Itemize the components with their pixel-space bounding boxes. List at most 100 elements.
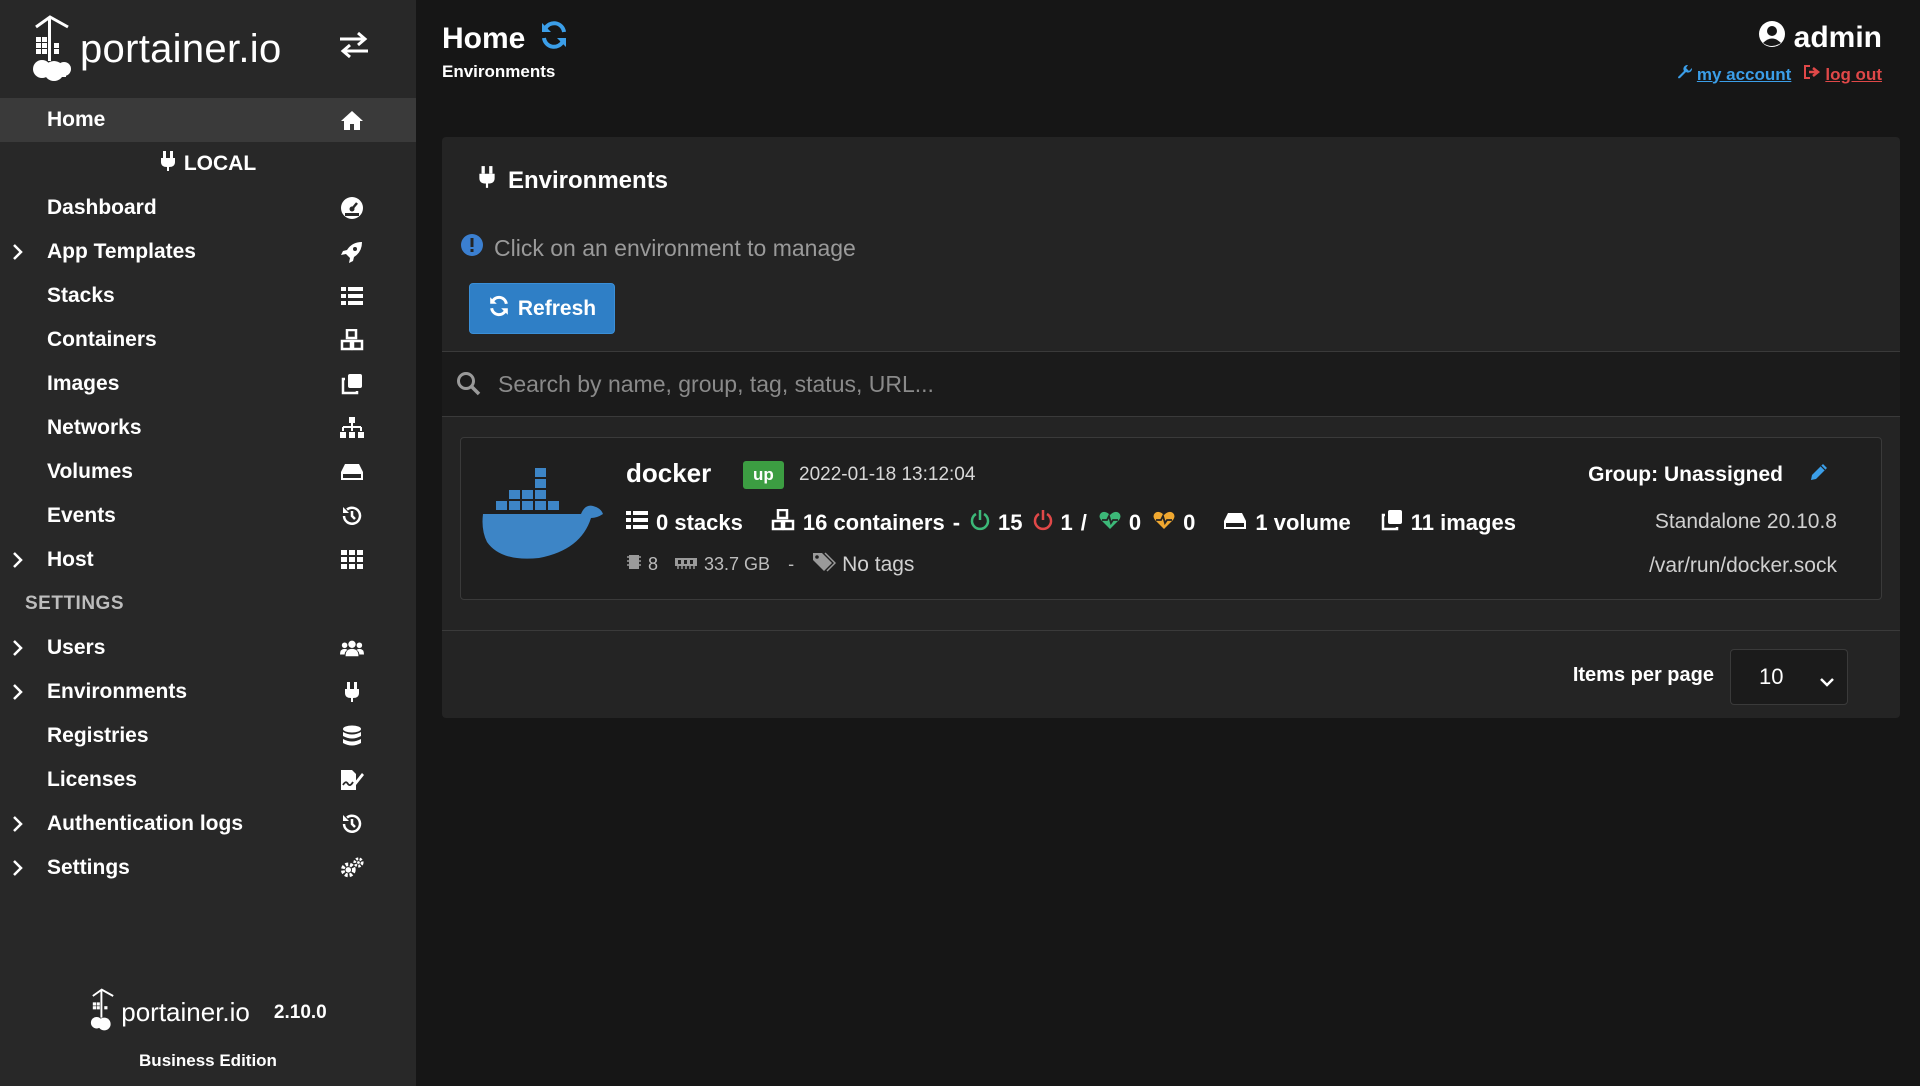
sidebar-item-label: Stacks <box>47 284 115 307</box>
user-links: my account log out <box>1677 64 1882 85</box>
chevron-right-icon <box>12 638 24 658</box>
sidebar-item-registries[interactable]: Registries <box>0 714 416 758</box>
sidebar-item-label: Home <box>47 108 106 131</box>
pagination-footer: Items per page 10 <box>442 630 1900 718</box>
stats-separator: - <box>952 510 961 535</box>
group-label: Group: Unassigned <box>1588 463 1783 486</box>
sidebar-item-settings[interactable]: Settings <box>0 846 416 890</box>
running-stat: 15 <box>970 509 1023 537</box>
chevron-right-icon <box>12 242 24 262</box>
docker-logo-icon <box>481 468 605 564</box>
sidebar-item-events[interactable]: Events <box>0 494 416 538</box>
volumes-count: 1 volume <box>1255 510 1351 535</box>
gauge-icon <box>340 196 364 220</box>
sidebar-toggle-icon[interactable] <box>338 30 370 60</box>
sidebar-item-stacks[interactable]: Stacks <box>0 274 416 318</box>
my-account-link[interactable]: my account <box>1677 64 1791 85</box>
list-icon <box>340 284 364 308</box>
portainer-logo-icon <box>30 13 74 85</box>
settings-heading: SETTINGS <box>25 593 125 614</box>
home-icon <box>340 108 364 132</box>
chevron-right-icon <box>12 550 24 570</box>
sidebar-item-label: Settings <box>47 856 130 879</box>
user-circle-icon <box>1758 20 1786 56</box>
items-per-page-label: Items per page <box>1572 664 1714 686</box>
heartbeat-warning-icon <box>1153 510 1175 536</box>
cpu-count: 8 <box>648 554 659 574</box>
cubes-icon <box>340 328 364 352</box>
sidebar-item-label: Volumes <box>47 460 133 483</box>
log-out-label: log out <box>1825 64 1882 84</box>
refresh-button[interactable]: Refresh <box>469 283 615 334</box>
sidebar-item-dashboard[interactable]: Dashboard <box>0 186 416 230</box>
user-block: admin my account log out <box>1677 20 1882 85</box>
info-circle-icon <box>460 233 484 263</box>
stacks-count: 0 stacks <box>656 510 743 535</box>
plug-icon <box>160 150 176 178</box>
log-out-link[interactable]: log out <box>1803 64 1882 85</box>
cubes-icon <box>771 508 795 537</box>
sidebar-item-licenses[interactable]: Licenses <box>0 758 416 802</box>
environment-group: Group: Unassigned <box>1588 462 1829 488</box>
volumes-stat: 1 volume <box>1223 510 1351 536</box>
user-name: admin <box>1677 20 1882 56</box>
hint-text: Click on an environment to manage <box>494 234 856 261</box>
environments-panel: Environments Click on an environment to … <box>442 137 1900 718</box>
environment-card[interactable]: docker up 2022-01-18 13:12:04 0 stacks 1… <box>460 437 1882 600</box>
sidebar-item-authentication-logs[interactable]: Authentication logs <box>0 802 416 846</box>
items-per-page-select[interactable]: 10 <box>1730 649 1848 705</box>
sidebar-item-label: Licenses <box>47 768 137 791</box>
sidebar-item-images[interactable]: Images <box>0 362 416 406</box>
users-icon <box>340 636 364 660</box>
environment-heading: LOCAL <box>0 142 416 186</box>
tags-icon <box>812 552 837 577</box>
unhealthy-count: 0 <box>1183 510 1196 535</box>
list-icon <box>626 510 648 536</box>
running-count: 15 <box>998 510 1023 535</box>
sitemap-icon <box>340 416 364 440</box>
sidebar-item-host[interactable]: Host <box>0 538 416 582</box>
sidebar-item-volumes[interactable]: Volumes <box>0 450 416 494</box>
stopped-count: 1 <box>1060 510 1073 535</box>
clone-icon <box>1381 509 1403 537</box>
sidebar-item-users[interactable]: Users <box>0 626 416 670</box>
sidebar-item-home[interactable]: Home <box>0 98 416 142</box>
sidebar-item-label: Authentication logs <box>47 812 243 835</box>
brand[interactable]: portainer.io <box>0 0 416 98</box>
sidebar-item-label: Dashboard <box>47 196 157 219</box>
refresh-icon[interactable] <box>539 20 569 58</box>
username-text: admin <box>1793 21 1882 54</box>
healthy-stat: 0 <box>1099 510 1141 536</box>
heartbeat-icon <box>1099 510 1121 536</box>
footer-brand: portainer.io <box>121 997 250 1027</box>
search-input[interactable] <box>498 370 1900 398</box>
sidebar-item-containers[interactable]: Containers <box>0 318 416 362</box>
panel-title: Environments <box>478 165 668 196</box>
sidebar-footer: portainer.io 2.10.0 Business Edition <box>0 986 416 1086</box>
stopped-stat: 1 / <box>1033 509 1087 537</box>
containers-count: 16 containers <box>802 510 945 535</box>
status-badge: up <box>743 461 784 489</box>
plug-icon <box>478 165 496 196</box>
history-icon <box>340 504 364 528</box>
chevron-right-icon <box>12 814 24 834</box>
sidebar-item-app-templates[interactable]: App Templates <box>0 230 416 274</box>
edition-label: Business Edition <box>139 1051 277 1070</box>
items-per-page-value: 10 <box>1759 664 1784 689</box>
hdd-icon <box>340 460 364 484</box>
memory-amount: 33.7 GB <box>704 554 771 574</box>
sidebar-item-environments[interactable]: Environments <box>0 670 416 714</box>
page-header: Home Environments admin my account log o… <box>416 0 1920 100</box>
info-hint: Click on an environment to manage <box>460 233 856 263</box>
pencil-icon[interactable] <box>1809 462 1829 488</box>
environment-url: /var/run/docker.sock <box>1649 554 1837 577</box>
environment-version: Standalone 20.10.8 <box>1654 510 1837 533</box>
my-account-label: my account <box>1696 64 1792 84</box>
breadcrumb: Environments <box>442 62 556 81</box>
chevron-down-icon <box>1819 670 1835 687</box>
sidebar-item-networks[interactable]: Networks <box>0 406 416 450</box>
sidebar-item-label: Containers <box>47 328 157 351</box>
clone-icon <box>340 372 364 396</box>
cogs-icon <box>340 856 364 880</box>
environment-timestamp: 2022-01-18 13:12:04 <box>799 464 976 485</box>
